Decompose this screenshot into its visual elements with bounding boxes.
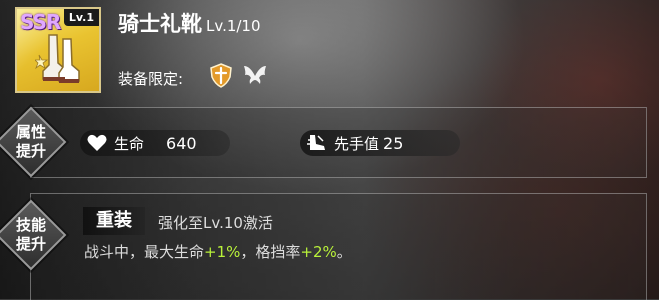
skill-desc-part: 战斗中，最大生命 <box>84 243 205 261</box>
equip-limit-icons <box>208 62 268 88</box>
skill-name: 重装 <box>83 207 145 235</box>
stat-initiative-value: 25 <box>383 133 404 153</box>
skill-badge-label: 技能 提升 <box>11 216 51 254</box>
equip-limit-label: 装备限定: <box>118 70 184 88</box>
stat-hp: 生命 640 <box>80 130 230 156</box>
skill-desc-hp-bonus: +1% <box>204 243 241 261</box>
item-name: 骑士礼靴 <box>118 12 202 36</box>
initiative-boot-icon <box>307 135 325 150</box>
rarity-badge: SSR <box>20 10 61 34</box>
stat-initiative: 先手值 25 <box>300 130 460 156</box>
skill-desc-block-bonus: +2% <box>300 243 337 261</box>
white-wings-class-icon <box>244 66 266 84</box>
stat-hp-name: 生命 <box>114 134 145 153</box>
skill-requirement: 强化至Lv.10激活 <box>158 214 273 232</box>
item-level: Lv.1/10 <box>206 17 261 35</box>
attribute-badge-label: 属性 提升 <box>11 123 51 161</box>
heart-icon <box>87 134 107 151</box>
skill-badge-text: 技能 提升 <box>15 216 46 253</box>
attribute-badge-text: 属性 提升 <box>15 123 46 160</box>
skill-desc-part: 。 <box>336 243 352 261</box>
stat-initiative-name: 先手值 <box>334 134 380 153</box>
skill-desc-part: ，格挡率 <box>240 243 301 261</box>
stat-hp-value: 640 <box>166 133 197 153</box>
card-level-badge: Lv.1 <box>63 9 99 26</box>
item-title: 骑士礼靴 Lv.1/10 <box>118 8 261 38</box>
item-card: SSR Lv.1 <box>15 7 101 93</box>
orange-shield-class-icon <box>210 63 232 88</box>
skill-description: 战斗中，最大生命+1%，格挡率+2%。 <box>84 241 352 262</box>
